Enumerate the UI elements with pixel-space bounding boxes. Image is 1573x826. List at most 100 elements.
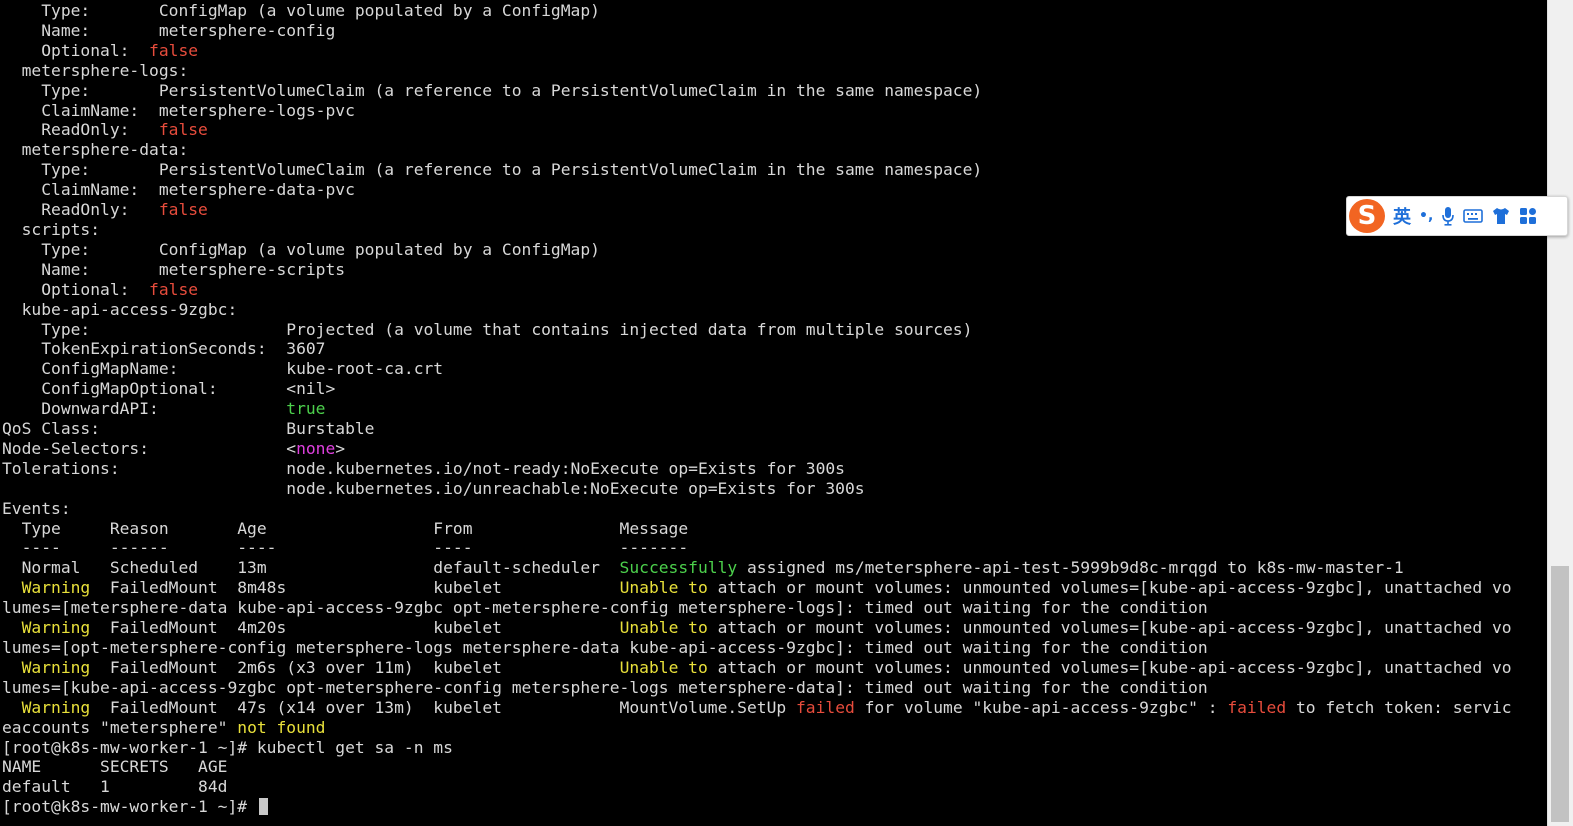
terminal-text-segment: attach or mount volumes: unmounted volum… — [707, 618, 1512, 638]
terminal-line: Name: metersphere-config — [2, 21, 1512, 41]
terminal-text-segment: false — [158, 200, 208, 220]
microphone-icon[interactable] — [1441, 206, 1455, 226]
terminal-line: Events: — [2, 499, 1512, 519]
terminal-text-segment: failed — [796, 697, 855, 717]
terminal-text-segment: Warning — [21, 578, 91, 598]
scrollbar-thumb[interactable] — [1551, 566, 1569, 822]
terminal-text-segment: ---- ------ ---- ---- ------- — [2, 538, 689, 558]
terminal-text-segment: ClaimName: metersphere-data-pvc — [2, 180, 355, 200]
terminal-line: DownwardAPI: true — [2, 399, 1512, 419]
terminal-window[interactable]: Type: ConfigMap (a volume populated by a… — [0, 0, 1547, 826]
terminal-line: QoS Class: Burstable — [2, 419, 1512, 439]
terminal-text-segment: false — [158, 120, 208, 140]
ime-punctuation-toggle[interactable]: •, — [1419, 208, 1433, 224]
terminal-line: Type: PersistentVolumeClaim (a reference… — [2, 160, 1512, 180]
terminal-line: eaccounts "metersphere" not found — [2, 718, 1512, 738]
terminal-line: Optional: false — [2, 41, 1512, 61]
terminal-text-segment: assigned ms/metersphere-api-test-5999b9d… — [737, 558, 1404, 578]
terminal-text-segment: none — [296, 438, 336, 458]
terminal-cursor[interactable] — [258, 798, 268, 816]
terminal-line: metersphere-logs: — [2, 61, 1512, 81]
terminal-text-segment: attach or mount volumes: unmounted volum… — [707, 578, 1512, 598]
terminal-line: ConfigMapOptional: <nil> — [2, 379, 1512, 399]
skin-icon[interactable] — [1491, 207, 1511, 225]
terminal-line: lumes=[kube-api-access-9zgbc opt-metersp… — [2, 678, 1512, 698]
terminal-text-segment: Warning — [21, 618, 91, 638]
terminal-text-segment: FailedMount 47s (x14 over 13m) kubelet M… — [90, 697, 796, 717]
terminal-text-segment: Type: PersistentVolumeClaim (a reference… — [2, 80, 983, 100]
terminal-line: ---- ------ ---- ---- ------- — [2, 538, 1512, 558]
ime-toolbar[interactable]: S 英 •, — [1346, 196, 1568, 236]
ime-language-toggle[interactable]: 英 — [1393, 203, 1411, 229]
terminal-text-segment: Name: metersphere-scripts — [2, 259, 346, 279]
terminal-text-segment: to fetch token: servic — [1286, 697, 1512, 717]
terminal-text-segment: scripts: — [2, 219, 101, 239]
terminal-line: Normal Scheduled 13m default-scheduler S… — [2, 558, 1512, 578]
terminal-line: NAME SECRETS AGE — [2, 757, 1512, 777]
terminal-text-segment: NAME SECRETS AGE — [2, 757, 228, 777]
terminal-line: ReadOnly: false — [2, 120, 1512, 140]
keyboard-icon[interactable] — [1463, 208, 1484, 224]
terminal-text-segment: Unable to — [619, 657, 708, 677]
terminal-text-segment: [root@k8s-mw-worker-1 ~]# — [2, 797, 257, 817]
terminal-text-segment: node.kubernetes.io/unreachable:NoExecute… — [2, 478, 865, 498]
terminal-line: scripts: — [2, 220, 1512, 240]
terminal-text-segment: TokenExpirationSeconds: 3607 — [2, 339, 326, 359]
terminal-text-segment: Unable to — [619, 618, 708, 638]
terminal-text-segment: Warning — [21, 697, 91, 717]
terminal-line: Warning FailedMount 8m48s kubelet Unable… — [2, 578, 1512, 598]
terminal-text-segment: eaccounts "metersphere" — [2, 717, 238, 737]
terminal-line: Warning FailedMount 4m20s kubelet Unable… — [2, 618, 1512, 638]
terminal-text-segment: for volume "kube-api-access-9zgbc" : — [854, 697, 1228, 717]
terminal-text-segment: lumes=[opt-metersphere-config meterspher… — [2, 638, 1208, 657]
terminal-text-segment: FailedMount 2m6s (x3 over 11m) kubelet — [90, 657, 620, 677]
terminal-text-segment: true — [286, 399, 326, 419]
terminal-text-segment: DownwardAPI: — [2, 399, 287, 419]
toolbox-icon[interactable] — [1519, 207, 1537, 225]
terminal-line: [root@k8s-mw-worker-1 ~]# — [2, 797, 1512, 817]
terminal-text-segment: Type: ConfigMap (a volume populated by a… — [2, 1, 600, 20]
terminal-line: default 1 84d — [2, 777, 1512, 797]
terminal-line: ConfigMapName: kube-root-ca.crt — [2, 359, 1512, 379]
terminal-line: node.kubernetes.io/unreachable:NoExecute… — [2, 479, 1512, 499]
terminal-text-segment: ReadOnly: — [2, 200, 159, 220]
terminal-line: ClaimName: metersphere-data-pvc — [2, 180, 1512, 200]
terminal-text-segment: Node-Selectors: < — [2, 438, 297, 458]
terminal-line: metersphere-data: — [2, 140, 1512, 160]
terminal-text-segment: false — [149, 40, 199, 60]
terminal-text-segment: Successfully — [619, 558, 738, 578]
terminal-text-segment: FailedMount 4m20s kubelet — [90, 618, 620, 638]
sogou-logo-icon[interactable]: S — [1349, 199, 1385, 233]
terminal-text-segment: false — [149, 279, 199, 299]
terminal-text-segment: Type: ConfigMap (a volume populated by a… — [2, 239, 600, 259]
terminal-text-segment: metersphere-logs: — [2, 60, 189, 80]
terminal-line: Type: ConfigMap (a volume populated by a… — [2, 240, 1512, 260]
terminal-line: ReadOnly: false — [2, 200, 1512, 220]
terminal-line: Tolerations: node.kubernetes.io/not-read… — [2, 459, 1512, 479]
terminal-text-segment: default 1 84d — [2, 777, 228, 797]
terminal-text-segment: lumes=[metersphere-data kube-api-access-… — [2, 598, 1208, 618]
terminal-line: Type: Projected (a volume that contains … — [2, 320, 1512, 340]
terminal-text-segment: kube-api-access-9zgbc: — [2, 299, 238, 319]
terminal-line: lumes=[opt-metersphere-config meterspher… — [2, 638, 1512, 658]
vertical-scrollbar[interactable] — [1547, 0, 1573, 826]
terminal-line: Type: PersistentVolumeClaim (a reference… — [2, 81, 1512, 101]
terminal-line: Name: metersphere-scripts — [2, 260, 1512, 280]
terminal-text-segment: failed — [1227, 697, 1287, 717]
terminal-text-segment: ConfigMapOptional: <nil> — [2, 379, 336, 399]
terminal-line: [root@k8s-mw-worker-1 ~]# kubectl get sa… — [2, 738, 1512, 758]
terminal-text-segment: Warning — [21, 657, 91, 677]
terminal-text-segment: Optional: — [2, 279, 150, 299]
terminal-line: ClaimName: metersphere-logs-pvc — [2, 101, 1512, 121]
terminal-text-segment: Type: Projected (a volume that contains … — [2, 319, 973, 339]
terminal-text-segment: [root@k8s-mw-worker-1 ~]# kubectl get sa… — [2, 737, 453, 757]
terminal-text-segment: Name: metersphere-config — [2, 20, 336, 40]
terminal-output: Type: ConfigMap (a volume populated by a… — [2, 1, 1512, 817]
terminal-line: Optional: false — [2, 280, 1512, 300]
terminal-line: Type: ConfigMap (a volume populated by a… — [2, 1, 1512, 21]
terminal-text-segment: attach or mount volumes: unmounted volum… — [707, 657, 1512, 677]
terminal-text-segment: Normal Scheduled 13m default-scheduler — [2, 558, 620, 578]
